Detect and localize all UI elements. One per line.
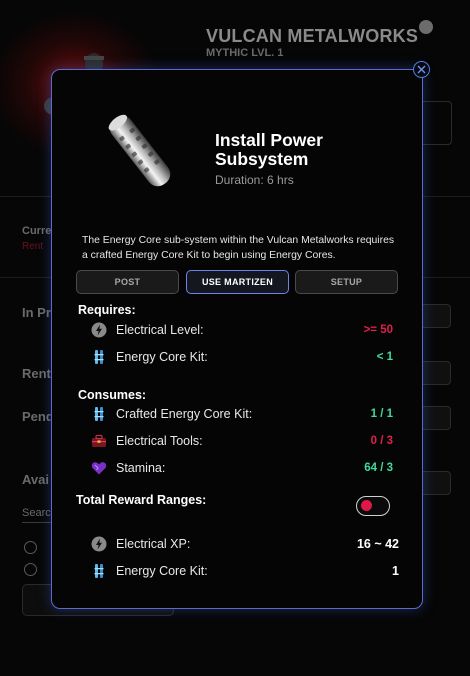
energy-core-kit-icon: [91, 563, 107, 579]
requires-heading: Requires:: [78, 303, 136, 317]
tab-setup[interactable]: SETUP: [295, 270, 398, 294]
consume-row: Electrical Tools: 0 / 3: [91, 433, 393, 449]
background-button-4[interactable]: [419, 471, 451, 495]
requirement-value: >= 50: [363, 324, 393, 336]
consume-label: Electrical Tools:: [116, 434, 203, 448]
consume-value: 64 / 3: [364, 462, 393, 474]
consume-value: 1 / 1: [370, 408, 393, 420]
background-title: VULCAN METALWORKS: [206, 26, 419, 46]
background-button-3[interactable]: [419, 406, 451, 430]
tab-use-martizen[interactable]: USE MARTIZEN: [186, 270, 289, 294]
consumes-heading: Consumes:: [78, 388, 147, 402]
energy-core-kit-icon: [91, 349, 107, 365]
energy-core-cylinder-icon: [108, 114, 171, 187]
consume-row: Crafted Energy Core Kit: 1 / 1: [91, 406, 393, 422]
tab-post[interactable]: POST: [76, 270, 179, 294]
close-button[interactable]: [413, 61, 430, 78]
reward-row: Energy Core Kit: 1: [91, 563, 399, 579]
lightning-icon: [91, 536, 107, 552]
background-label-pending: Pend: [22, 409, 54, 424]
toolbox-icon: [91, 433, 107, 449]
consume-row: Stamina: 64 / 3: [91, 460, 393, 476]
requirement-row: Electrical Level: >= 50: [91, 322, 393, 338]
reward-row: Electrical XP: 16 ~ 42: [91, 536, 399, 552]
consume-label: Crafted Energy Core Kit:: [116, 407, 253, 421]
consume-value: 0 / 3: [370, 435, 393, 447]
reward-value: 1: [392, 564, 399, 578]
requirement-value: < 1: [376, 351, 393, 363]
reward-toggle[interactable]: [356, 496, 390, 516]
edit-icon[interactable]: [419, 20, 433, 34]
background-label-available: Avai: [22, 472, 49, 487]
reward-label: Energy Core Kit:: [116, 564, 208, 578]
background-label-rent: Rent: [22, 366, 51, 381]
minus-circle-icon[interactable]: [24, 563, 37, 576]
consume-label: Stamina:: [116, 461, 166, 475]
background-search-label: Searc: [22, 507, 51, 519]
background-label-in-progress: In Pr: [22, 305, 51, 320]
modal-title: Install Power Subsystem: [215, 130, 323, 169]
lightning-icon: [91, 322, 107, 338]
plus-circle-icon[interactable]: [24, 541, 37, 554]
background-label-current: Curre: [22, 225, 52, 237]
background-subtitle: MYTHIC LVL. 1: [206, 47, 284, 59]
reward-label: Electrical XP:: [116, 537, 191, 551]
background-red-label: Rent: [22, 241, 44, 252]
modal-duration: Duration: 6 hrs: [215, 173, 294, 187]
reward-value: 16 ~ 42: [356, 537, 399, 551]
close-icon: [417, 65, 426, 74]
background-button-2[interactable]: [419, 361, 451, 385]
modal-description: The Energy Core sub-system within the Vu…: [82, 235, 395, 261]
requirement-label: Energy Core Kit:: [116, 350, 208, 364]
requirement-label: Electrical Level:: [116, 323, 204, 337]
toggle-knob: [361, 500, 372, 511]
requirement-row: Energy Core Kit: < 1: [91, 349, 393, 365]
energy-core-kit-icon: [91, 406, 107, 422]
background-button-1[interactable]: [419, 304, 451, 328]
heart-icon: [91, 460, 107, 476]
rewards-heading: Total Reward Ranges:: [76, 493, 207, 507]
